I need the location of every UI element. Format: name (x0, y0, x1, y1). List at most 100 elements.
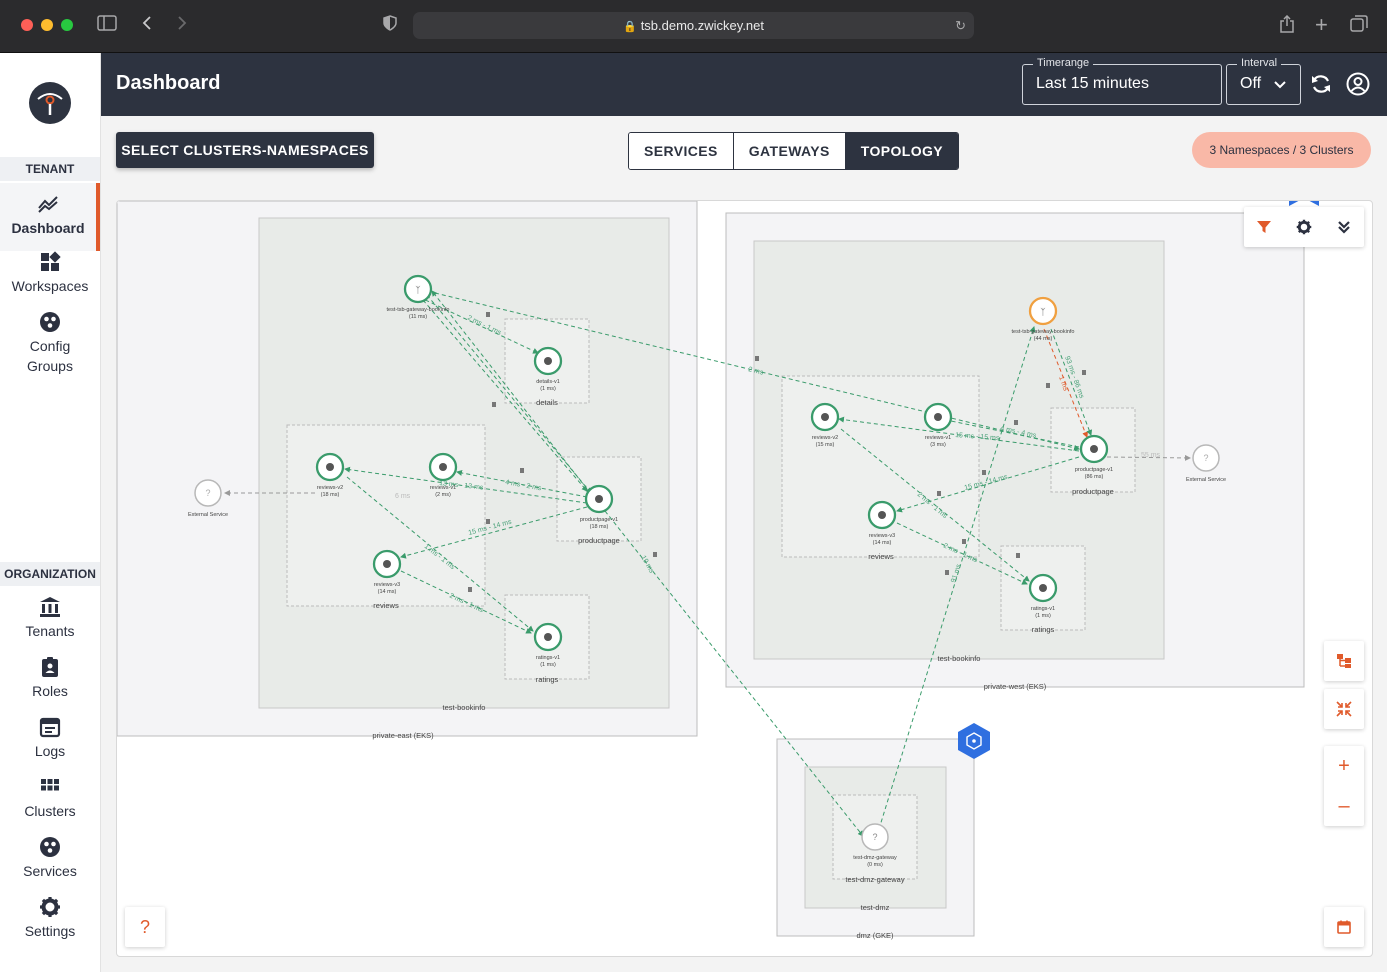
sidebar-toggle-icon[interactable] (97, 15, 117, 37)
fit-view-button-inner (1324, 689, 1364, 729)
tab-gateways[interactable]: GATEWAYS (733, 133, 846, 169)
reload-icon[interactable]: ↻ (955, 12, 966, 39)
tab-services[interactable]: SERVICES (629, 133, 734, 169)
traffic-marker-icon (486, 312, 490, 317)
sidebar-item-label: Clusters (24, 803, 76, 819)
zoom-window-button[interactable] (61, 19, 73, 31)
sidebar-item-clusters[interactable]: Clusters (0, 776, 100, 821)
close-window-button[interactable] (21, 19, 33, 31)
cluster-badge-icon[interactable] (1289, 201, 1319, 206)
sidebar-item-label: Roles (32, 683, 68, 699)
traffic-marker-icon (962, 539, 966, 544)
sidebar-item-workspaces[interactable]: Workspaces (0, 251, 100, 296)
back-icon[interactable] (141, 15, 153, 37)
edge-label: 55 ms (1141, 452, 1161, 459)
filter-button[interactable] (1244, 207, 1284, 247)
tab-overview-icon[interactable] (1350, 15, 1368, 39)
service-group[interactable] (286, 424, 486, 607)
sidebar-item-label: Logs (34, 743, 66, 759)
node-latency: (1 ms) (1035, 613, 1051, 619)
node-latency: (86 ms) (1085, 474, 1104, 480)
topology-canvas[interactable]: 2 ms - 1 ms 4 ms - 2 ms 13 ms - 13 ms 15… (116, 200, 1373, 957)
service-group[interactable] (781, 375, 980, 558)
calendar-button[interactable] (1324, 907, 1364, 947)
topology-graph[interactable]: 2 ms - 1 ms 4 ms - 2 ms 13 ms - 13 ms 15… (117, 201, 1372, 956)
node-latency: (18 ms) (590, 524, 609, 530)
tenant-section-label: TENANT (0, 157, 100, 181)
helm-icon (383, 560, 391, 568)
sidebar: TENANT Dashboard Workspaces Config Group… (0, 53, 101, 972)
gateway-icon: ᛉ (415, 285, 420, 295)
calendar-button-inner (1324, 907, 1364, 947)
zoom-in-button[interactable]: + (1324, 746, 1364, 786)
node-name: ratings-v1 (1031, 606, 1055, 612)
node-latency: (15 ms) (816, 442, 835, 448)
node-name: test-tsb-gateway-bookinfo (1012, 329, 1075, 335)
help-button[interactable]: ? (125, 907, 165, 947)
expand-panel-button[interactable] (1324, 207, 1364, 247)
zoom-out-button[interactable]: – (1324, 786, 1364, 826)
helm-icon (1090, 445, 1098, 453)
question-icon: ? (872, 832, 877, 842)
minus-icon: – (1338, 794, 1350, 817)
node-name: reviews-v1 (430, 485, 456, 491)
node-name: ratings-v1 (536, 655, 560, 661)
cluster-label: private-west (EKS) (984, 682, 1047, 691)
node-name: reviews-v3 (869, 533, 895, 539)
user-account-icon[interactable] (1346, 72, 1370, 96)
layout-button[interactable] (1324, 641, 1364, 681)
timerange-label: Timerange (1033, 57, 1094, 69)
timerange-select[interactable]: Timerange Last 15 minutes (1022, 57, 1222, 105)
tetrate-logo[interactable] (29, 82, 71, 124)
graph-settings-button[interactable] (1284, 207, 1324, 247)
fit-view-button[interactable] (1324, 689, 1364, 729)
traffic-marker-icon (945, 570, 949, 575)
namespace-label: test-bookinfo (938, 654, 981, 663)
node-latency: (1 ms) (540, 386, 556, 392)
cluster-label: dmz (GKE) (856, 931, 894, 940)
filter-icon (1257, 221, 1271, 233)
namespace-cluster-badge[interactable]: 3 Namespaces / 3 Clusters (1192, 132, 1371, 168)
sidebar-item-roles[interactable]: Roles (0, 656, 100, 701)
traffic-marker-icon (755, 356, 759, 361)
edge-label: 6 ms (395, 493, 411, 500)
node-name: reviews-v2 (317, 485, 343, 491)
chart-line-icon (38, 196, 58, 213)
forward-icon[interactable] (176, 15, 188, 37)
sidebar-item-logs[interactable]: Logs (0, 716, 100, 761)
node-name: reviews-v3 (374, 582, 400, 588)
calendar-icon (1337, 920, 1351, 934)
select-clusters-namespaces-button[interactable]: SELECT CLUSTERS-NAMESPACES (116, 132, 374, 168)
hierarchy-icon (1337, 654, 1351, 668)
refresh-icon[interactable] (1310, 73, 1332, 95)
cluster-label: private-east (EKS) (372, 731, 434, 740)
traffic-marker-icon (520, 468, 524, 473)
traffic-marker-icon (937, 491, 941, 496)
interval-label: Interval (1237, 57, 1282, 69)
node-name: External Service (1186, 477, 1226, 483)
node-latency: (14 ms) (873, 540, 892, 546)
helm-icon (821, 413, 829, 421)
sidebar-item-config-groups[interactable]: Config Groups (0, 311, 100, 376)
shield-icon[interactable] (383, 15, 397, 37)
lock-icon: 🔒 (622, 21, 637, 33)
node-latency: (18 ms) (321, 492, 340, 498)
node-name: productpage-v1 (580, 517, 618, 523)
namespace-label: test-dmz (861, 903, 890, 912)
gear-icon (40, 897, 60, 917)
sidebar-item-settings[interactable]: Settings (0, 896, 100, 941)
sidebar-item-services[interactable]: Services (0, 836, 100, 881)
new-tab-icon[interactable]: + (1315, 14, 1328, 36)
gateway-icon: ᛉ (1040, 307, 1045, 317)
helm-icon (544, 357, 552, 365)
sidebar-item-dashboard[interactable]: Dashboard (0, 183, 100, 251)
address-bar[interactable]: 🔒 tsb.demo.zwickey.net ↻ (413, 12, 974, 39)
tab-topology[interactable]: TOPOLOGY (845, 133, 959, 169)
traffic-marker-icon (492, 402, 496, 407)
sidebar-item-tenants[interactable]: Tenants (0, 596, 100, 641)
minimize-window-button[interactable] (41, 19, 53, 31)
interval-value: Off (1240, 75, 1262, 92)
node-latency: (0 ms) (867, 862, 883, 868)
interval-select[interactable]: Interval Off (1226, 57, 1301, 105)
share-icon[interactable] (1280, 14, 1294, 39)
